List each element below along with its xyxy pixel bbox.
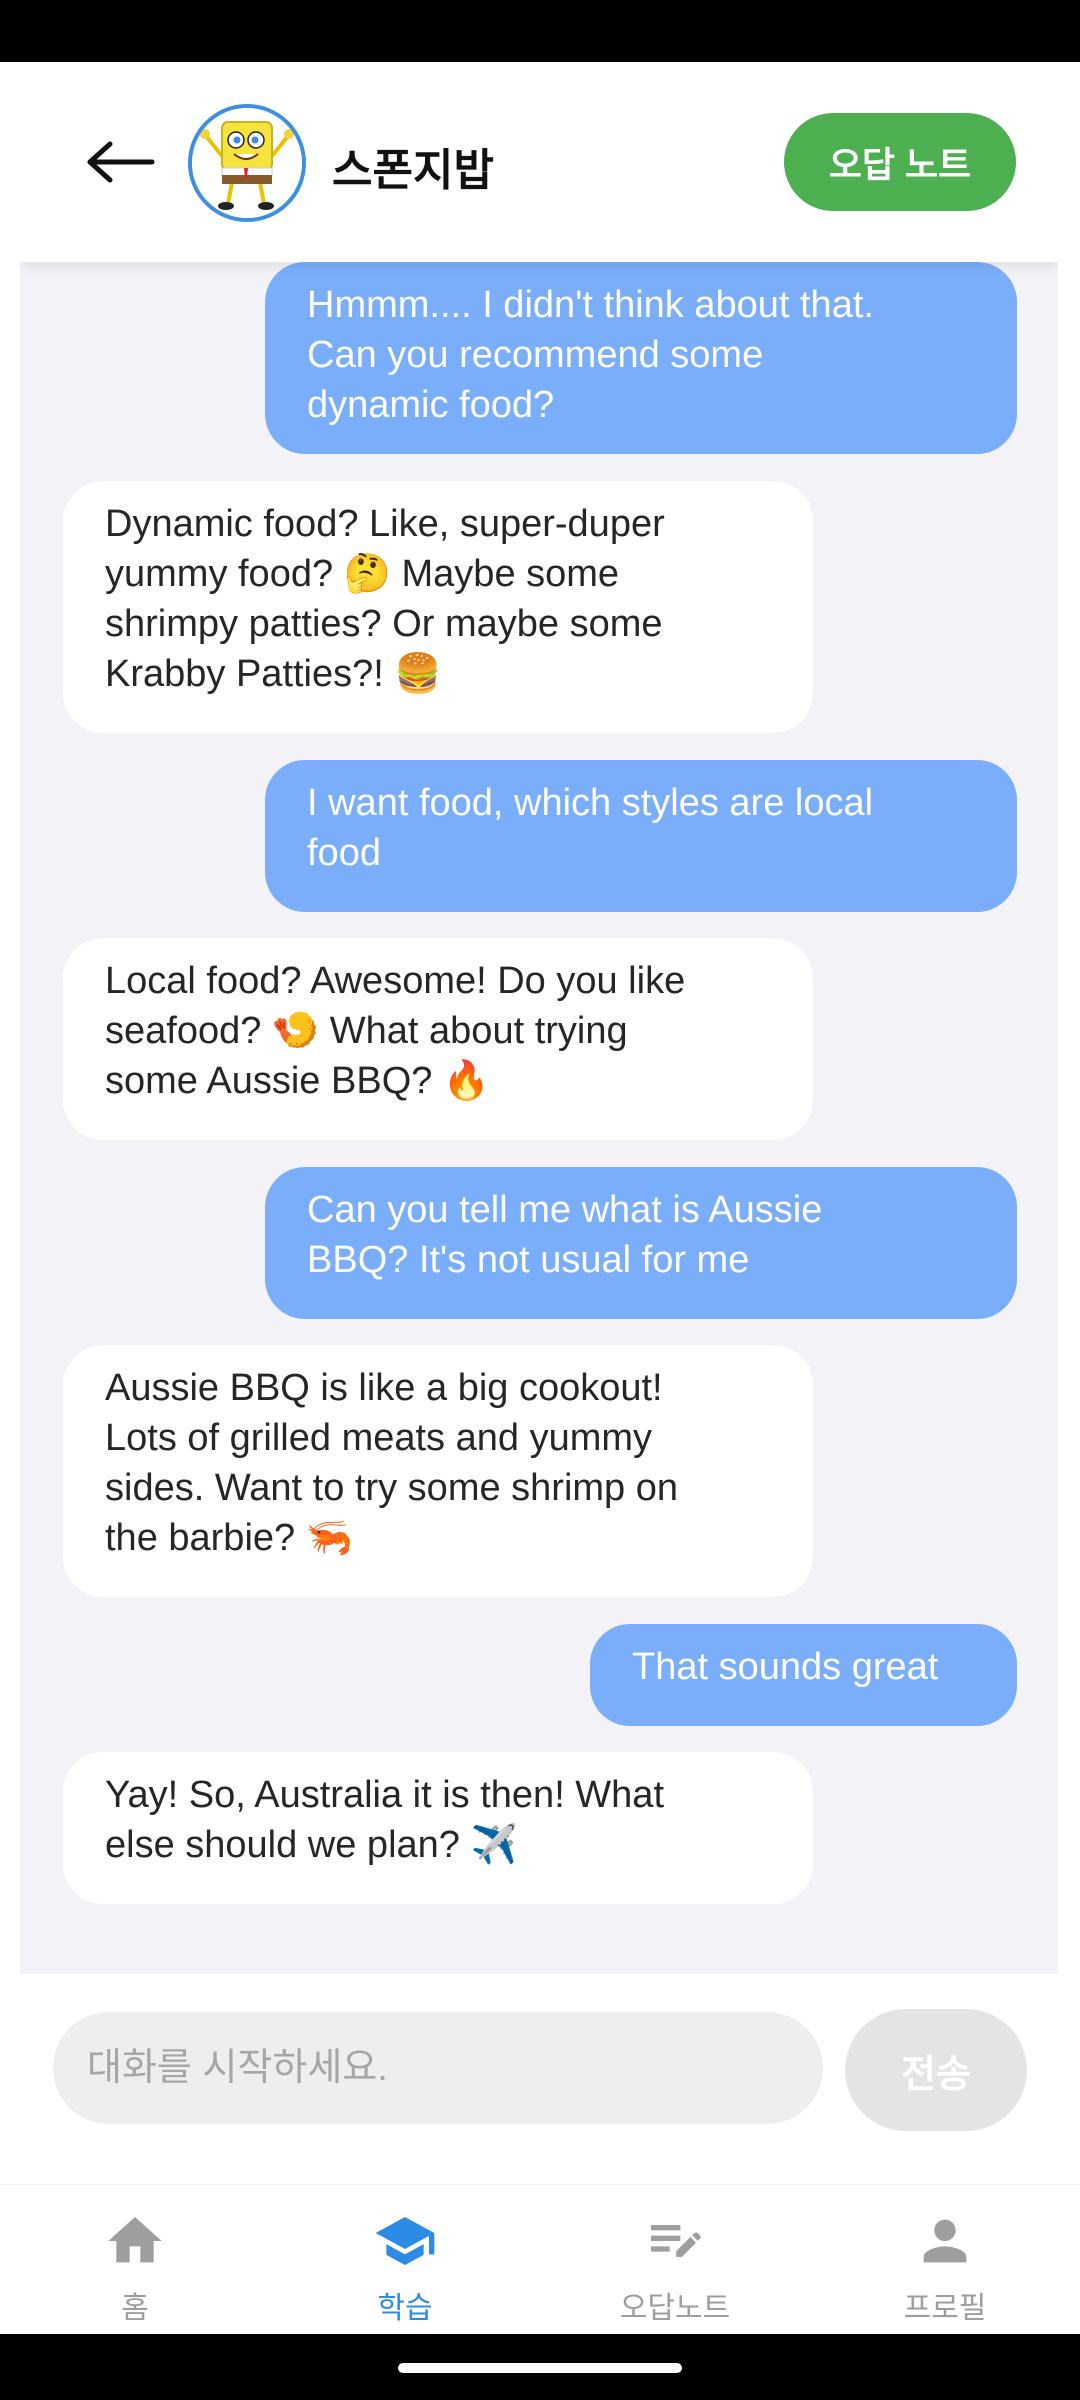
bot-message: Aussie BBQ is like a big cookout! Lots o… bbox=[63, 1345, 813, 1597]
bot-message: Dynamic food? Like, super-duper yummy fo… bbox=[63, 481, 813, 733]
spongebob-avatar bbox=[188, 104, 306, 222]
bot-message: Yay! So, Australia it is then! What else… bbox=[63, 1752, 813, 1904]
user-message: Can you tell me what is Aussie BBQ? It's… bbox=[265, 1167, 1017, 1319]
bottom-navigation: 홈 학습 오답노트 프로필 bbox=[0, 2184, 1080, 2335]
bot-message: Local food? Awesome! Do you like seafood… bbox=[63, 938, 813, 1140]
message-composer: 전송 bbox=[20, 1974, 1058, 2174]
home-icon bbox=[108, 2217, 162, 2263]
message-list[interactable]: Hmmm.... I didn't think about that. Can … bbox=[20, 62, 1058, 1972]
nav-item-profile[interactable]: 프로필 bbox=[810, 2185, 1080, 2335]
back-arrow-icon[interactable] bbox=[80, 132, 160, 192]
nav-label: 홈 bbox=[121, 2292, 149, 2325]
nav-label: 프로필 bbox=[903, 2292, 987, 2325]
send-button[interactable]: 전송 bbox=[845, 2009, 1027, 2131]
user-message: That sounds great bbox=[590, 1624, 1017, 1726]
gesture-bar bbox=[0, 2334, 1080, 2400]
nav-label: 학습 bbox=[377, 2292, 433, 2325]
status-bar bbox=[0, 0, 1080, 62]
nav-item-home[interactable]: 홈 bbox=[0, 2185, 270, 2335]
message-input[interactable] bbox=[53, 2012, 823, 2124]
person-icon bbox=[923, 2219, 967, 2263]
chat-screen: Hmmm.... I didn't think about that. Can … bbox=[0, 62, 1080, 2335]
edit-note-icon bbox=[651, 2225, 701, 2257]
wrong-answer-note-button[interactable]: 오답 노트 bbox=[784, 113, 1016, 211]
user-message: Hmmm.... I didn't think about that. Can … bbox=[265, 262, 1017, 454]
user-message: I want food, which styles are local food bbox=[265, 760, 1017, 912]
nav-label: 오답노트 bbox=[619, 2292, 731, 2325]
nav-item-wrong-note[interactable]: 오답노트 bbox=[540, 2185, 810, 2335]
page-title: 스폰지밥 bbox=[332, 146, 494, 195]
chat-card: Hmmm.... I didn't think about that. Can … bbox=[20, 62, 1058, 2174]
nav-item-study[interactable]: 학습 bbox=[270, 2185, 540, 2335]
home-gesture-handle[interactable] bbox=[398, 2363, 682, 2373]
graduation-cap-icon bbox=[375, 2217, 435, 2265]
chat-header: 스폰지밥 오답 노트 bbox=[20, 62, 1058, 262]
